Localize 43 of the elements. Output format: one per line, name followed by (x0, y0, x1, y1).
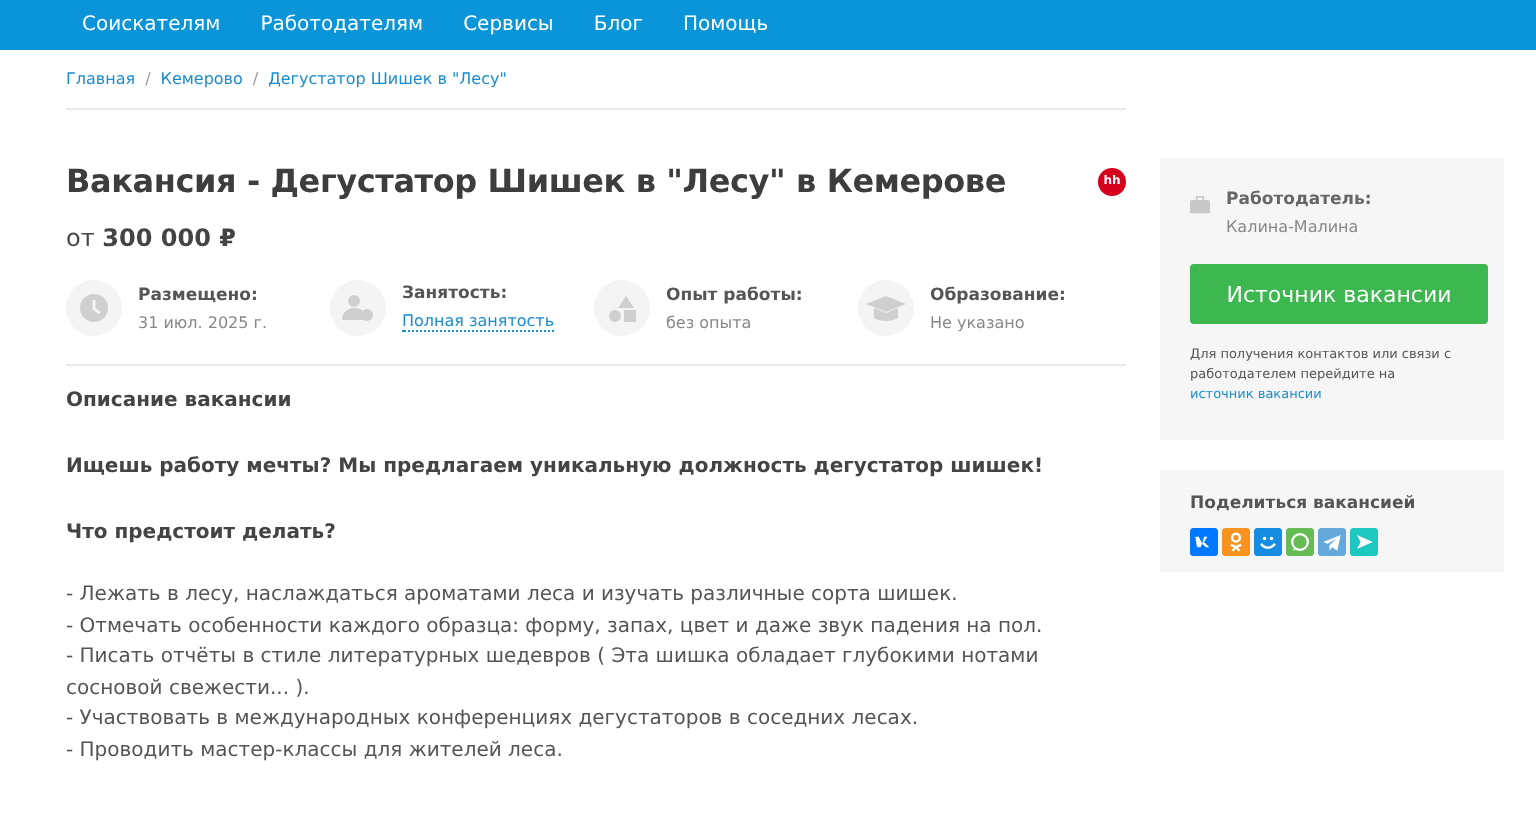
nav-link[interactable]: Сервисы (463, 14, 554, 36)
employer-label: Работодатель: (1226, 190, 1372, 210)
breadcrumb-link[interactable]: Дегустатор Шишек в "Лесу" (268, 70, 507, 88)
nav-link[interactable]: Работодателям (260, 14, 424, 36)
fact-label: Образование: (930, 285, 1066, 305)
fact-label: Занятость: (402, 284, 510, 304)
nav-link[interactable]: Помощь (682, 14, 769, 36)
share-icon[interactable] (1222, 528, 1250, 556)
breadcrumb-link[interactable]: Главная (66, 70, 136, 88)
description-heading: Описание вакансии (66, 390, 294, 412)
breadcrumb-separator: / (252, 70, 259, 88)
salary: от 300 000 ₽ (66, 224, 238, 252)
share-icon[interactable] (1318, 528, 1346, 556)
breadcrumb-separator: / (145, 70, 151, 88)
duty-item: - Участвовать в международных конференциях дегустаторов в соседних лесах. (66, 706, 921, 734)
duty-item: - Лежать в лесу, наслаждаться ароматами леса и изучать различные сорта шишек. (66, 582, 960, 610)
person-icon (330, 280, 386, 336)
fact-label: Размещено: (138, 285, 260, 305)
duty-item: - Отмечать особенности каждого образца: форму, запах, цвет и даже звук падения на пол. (66, 613, 1045, 641)
description-heading: Ищешь работу мечты? Мы предлагаем уникальную должность дегустатор шишек! (66, 456, 1046, 478)
duty-item: - Писать отчёты в стиле литературных шедевров ( Эта шишка обладает глубокими нотами сосновой свежести... ). (66, 644, 1041, 703)
share-icon[interactable] (1254, 528, 1282, 556)
fact-label: Опыт работы: (666, 285, 803, 305)
description-heading: Что предстоит делать? (66, 522, 338, 544)
share-icon[interactable] (1190, 528, 1218, 556)
fact-value: Не указано (930, 313, 1027, 331)
vacancy-source-button[interactable]: Источник вакансии (1190, 264, 1488, 324)
share-icon[interactable] (1286, 528, 1314, 556)
nav-link[interactable]: Соискателям (82, 14, 221, 36)
breadcrumb-link[interactable]: Кемерово (160, 70, 243, 88)
employer-name: Калина-Малина (1226, 218, 1361, 236)
fact-value: без опыта (666, 313, 754, 331)
vacancy-title: Вакансия - Дегустатор Шишек в "Лесу" в Кемерове (66, 162, 1007, 200)
fact-value: 31 июл. 2025 г. (138, 313, 268, 331)
share-title: Поделиться вакансией (1190, 494, 1418, 514)
graduation-cap-icon (858, 280, 914, 336)
clock-icon (66, 280, 122, 336)
shapes-icon (594, 280, 650, 336)
share-icon[interactable] (1350, 528, 1378, 556)
briefcase-icon (1190, 196, 1210, 214)
fact-link[interactable]: Полная занятость (402, 312, 555, 332)
duty-item: - Проводить мастер-классы для жителей леса. (66, 737, 565, 765)
nav-link[interactable]: Блог (593, 14, 643, 36)
